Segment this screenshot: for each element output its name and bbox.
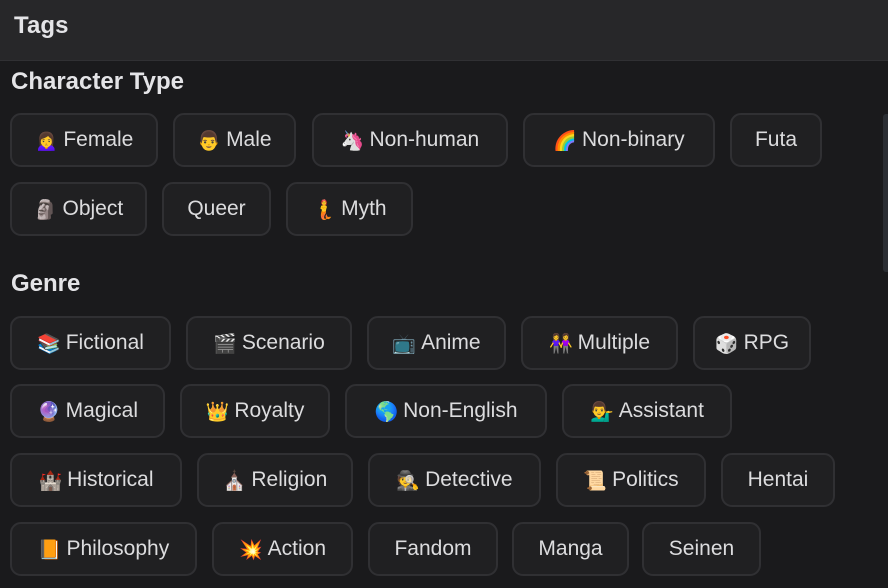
dice-icon: 🎲 bbox=[714, 332, 739, 355]
woman-icon: 🙍‍♀️ bbox=[34, 129, 59, 152]
tag-politics[interactable]: 📜 Politics bbox=[556, 453, 706, 507]
tag-fictional[interactable]: 📚 Fictional bbox=[10, 316, 171, 370]
collision-icon: 💥 bbox=[238, 538, 263, 561]
panel-header: Tags bbox=[0, 0, 888, 61]
tag-manga[interactable]: Manga bbox=[512, 522, 629, 576]
books-icon: 📚 bbox=[37, 332, 61, 355]
crown-icon: 👑 bbox=[205, 400, 230, 423]
tag-label: Philosophy bbox=[66, 537, 170, 560]
section-title-genre: Genre bbox=[11, 270, 81, 297]
tag-row: 🔮 Magical 👑 Royalty 🌎 Non-English 💁‍♂️ Assistan… bbox=[10, 384, 732, 438]
tag-label: Royalty bbox=[234, 399, 305, 422]
tag-non-english[interactable]: 🌎 Non-English bbox=[345, 384, 547, 438]
tag-label: Futa bbox=[754, 128, 798, 151]
tags-content: Character Type Genre 🙍‍♀️ Female 👨 Male 🦄 Non… bbox=[0, 62, 888, 588]
tag-label: Politics bbox=[612, 468, 679, 491]
merperson-icon: 🧜 bbox=[312, 198, 337, 221]
tag-label: Female bbox=[63, 128, 134, 151]
two-women-icon: 👭 bbox=[548, 332, 573, 355]
tag-non-binary[interactable]: 🌈 Non-binary bbox=[523, 113, 715, 167]
tag-myth[interactable]: 🧜 Myth bbox=[286, 182, 413, 236]
rainbow-icon: 🌈 bbox=[553, 129, 577, 152]
tag-label: Object bbox=[62, 197, 124, 220]
tag-label: Historical bbox=[67, 468, 154, 491]
tag-male[interactable]: 👨 Male bbox=[173, 113, 296, 167]
book-icon: 📙 bbox=[37, 538, 62, 561]
tag-rpg[interactable]: 🎲 RPG bbox=[693, 316, 811, 370]
tag-label: Fictional bbox=[65, 331, 144, 354]
tag-hentai[interactable]: Hentai bbox=[721, 453, 835, 507]
tag-label: Non-binary bbox=[581, 128, 685, 151]
tag-label: Seinen bbox=[668, 537, 735, 560]
globe-icon: 🌎 bbox=[374, 400, 399, 423]
tag-label: Manga bbox=[538, 537, 603, 560]
tag-label: Myth bbox=[341, 197, 387, 220]
tag-label: Queer bbox=[187, 197, 246, 220]
clapper-board-icon: 🎬 bbox=[213, 332, 237, 355]
tag-assistant[interactable]: 💁‍♂️ Assistant bbox=[562, 384, 732, 438]
tag-non-human[interactable]: 🦄 Non-human bbox=[312, 113, 508, 167]
tag-label: Non-human bbox=[369, 128, 480, 151]
tag-label: Hentai bbox=[747, 468, 809, 491]
tag-row: 🗿 Object Queer 🧜 Myth bbox=[10, 182, 413, 236]
tag-anime[interactable]: 📺 Anime bbox=[367, 316, 506, 370]
tag-row: 📚 Fictional 🎬 Scenario 📺 Anime 👭 Multiple 🎲 RPG bbox=[10, 316, 811, 370]
tag-label: Anime bbox=[421, 331, 481, 354]
man-icon: 👨 bbox=[197, 129, 222, 152]
tag-action[interactable]: 💥 Action bbox=[212, 522, 353, 576]
television-icon: 📺 bbox=[392, 332, 417, 355]
unicorn-icon: 🦄 bbox=[340, 129, 365, 152]
tag-label: Non-English bbox=[403, 399, 518, 422]
scroll-icon: 📜 bbox=[583, 469, 608, 492]
panel-title: Tags bbox=[14, 12, 69, 39]
tag-religion[interactable]: ⛪ Religion bbox=[197, 453, 353, 507]
tag-label: Fandom bbox=[394, 537, 472, 560]
person-tipping-hand-icon: 💁‍♂️ bbox=[590, 400, 614, 423]
section-title-character-type: Character Type bbox=[11, 68, 184, 95]
tag-row: 🙍‍♀️ Female 👨 Male 🦄 Non-human 🌈 Non-binary Futa bbox=[10, 113, 822, 167]
moai-icon: 🗿 bbox=[33, 198, 58, 221]
tag-historical[interactable]: 🏰 Historical bbox=[10, 453, 182, 507]
tag-label: RPG bbox=[743, 331, 790, 354]
tag-label: Assistant bbox=[618, 399, 704, 422]
tag-row: 📙 Philosophy 💥 Action Fandom Manga Seinen bbox=[10, 522, 761, 576]
tag-scenario[interactable]: 🎬 Scenario bbox=[186, 316, 352, 370]
tag-female[interactable]: 🙍‍♀️ Female bbox=[10, 113, 158, 167]
tag-label: Scenario bbox=[241, 331, 325, 354]
tag-magical[interactable]: 🔮 Magical bbox=[10, 384, 165, 438]
tag-label: Multiple bbox=[577, 331, 651, 354]
church-icon: ⛪ bbox=[222, 469, 247, 492]
tag-label: Male bbox=[226, 128, 272, 151]
tag-philosophy[interactable]: 📙 Philosophy bbox=[10, 522, 197, 576]
tag-label: Action bbox=[267, 537, 327, 560]
tag-seinen[interactable]: Seinen bbox=[642, 522, 761, 576]
tag-fandom[interactable]: Fandom bbox=[368, 522, 498, 576]
tag-royalty[interactable]: 👑 Royalty bbox=[180, 384, 330, 438]
castle-icon: 🏰 bbox=[38, 469, 63, 492]
tag-label: Detective bbox=[425, 468, 513, 491]
tag-object[interactable]: 🗿 Object bbox=[10, 182, 147, 236]
crystal-ball-icon: 🔮 bbox=[36, 400, 61, 423]
tag-multiple[interactable]: 👭 Multiple bbox=[521, 316, 678, 370]
tag-label: Magical bbox=[65, 399, 139, 422]
tag-label: Religion bbox=[251, 468, 328, 491]
tag-row: 🏰 Historical ⛪ Religion 🕵️ Detective 📜 Politics… bbox=[10, 453, 835, 507]
scrollbar-thumb[interactable] bbox=[883, 114, 888, 272]
tag-queer[interactable]: Queer bbox=[162, 182, 271, 236]
tag-futa[interactable]: Futa bbox=[730, 113, 822, 167]
tag-detective[interactable]: 🕵️ Detective bbox=[368, 453, 541, 507]
detective-icon: 🕵️ bbox=[396, 469, 421, 492]
